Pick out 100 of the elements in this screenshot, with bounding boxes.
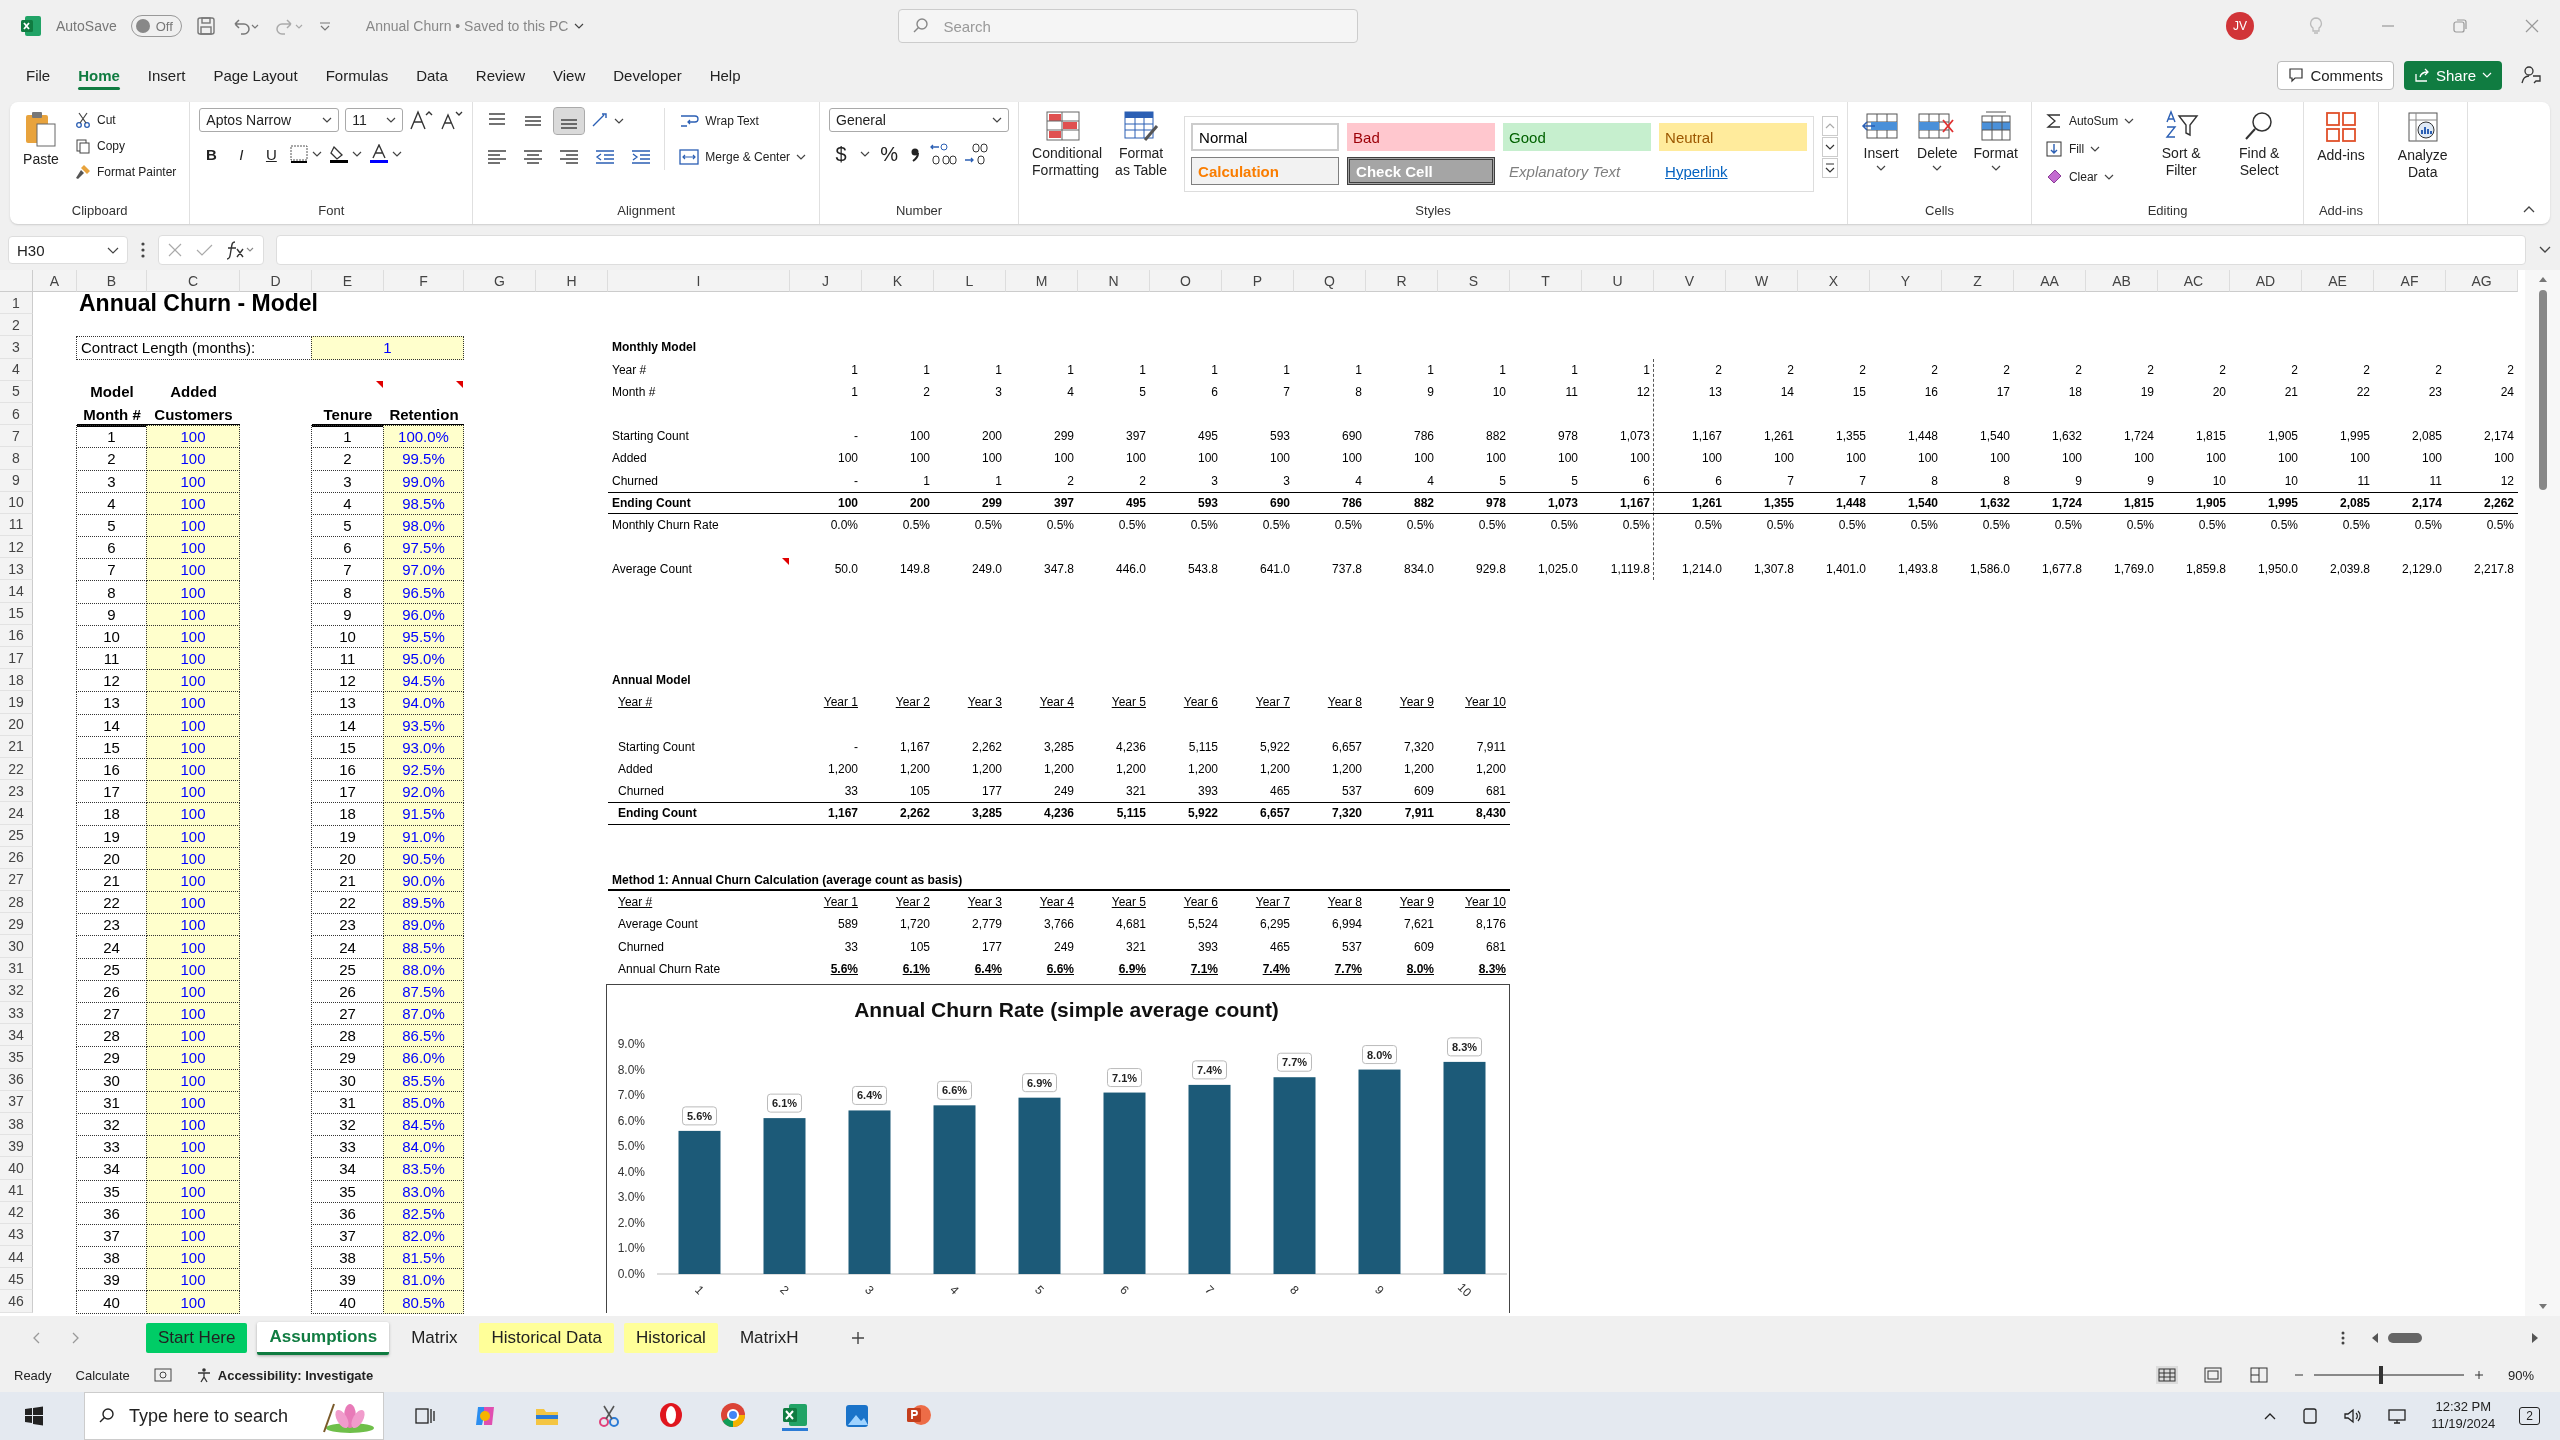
insert-cells-button[interactable]: Insert [1857, 108, 1906, 174]
sheet-tab[interactable]: Historical [624, 1323, 718, 1353]
bar[interactable] [848, 1110, 891, 1274]
input-cell[interactable]: 98.0% [383, 513, 464, 538]
number-format-dropdown[interactable]: General [829, 108, 1010, 132]
column-header[interactable]: AE [2302, 270, 2374, 292]
input-cell[interactable]: 99.5% [383, 447, 464, 471]
cell-style-option[interactable]: Neutral [1659, 123, 1808, 151]
input-cell[interactable]: 100 [146, 735, 240, 759]
row-header[interactable]: 42 [0, 1201, 33, 1224]
column-header[interactable]: L [934, 270, 1006, 292]
row-header[interactable]: 11 [0, 513, 33, 537]
input-cell[interactable]: 90.0% [383, 868, 464, 893]
row-header[interactable]: 22 [0, 757, 33, 781]
input-cell[interactable]: 100 [146, 602, 240, 626]
fill-button[interactable]: Fill [2040, 136, 2139, 162]
grow-font-icon[interactable] [409, 109, 434, 131]
input-cell[interactable]: 93.5% [383, 713, 464, 737]
input-cell[interactable]: 95.5% [383, 624, 464, 648]
menu-tab[interactable]: Home [66, 58, 132, 92]
chevron-up-icon[interactable] [2263, 1411, 2278, 1421]
row-header[interactable]: 45 [0, 1268, 33, 1291]
input-cell[interactable]: 100 [146, 513, 240, 538]
menu-tab[interactable]: Page Layout [201, 58, 310, 92]
page-break-view-icon[interactable] [2247, 1366, 2270, 1384]
input-cell[interactable]: 100 [146, 536, 240, 560]
row-header[interactable]: 27 [0, 868, 33, 892]
photos-app-icon[interactable] [844, 1403, 870, 1429]
cell-style-option[interactable]: Good [1503, 123, 1652, 151]
column-header[interactable]: Q [1294, 270, 1366, 292]
input-cell[interactable]: 100 [146, 425, 240, 449]
macro-record-icon[interactable] [153, 1367, 172, 1383]
font-name-dropdown[interactable]: Aptos Narrow [199, 108, 340, 132]
input-cell[interactable]: 94.5% [383, 669, 464, 693]
column-header[interactable]: K [862, 270, 934, 292]
row-header[interactable]: 35 [0, 1046, 33, 1069]
input-cell[interactable]: 100 [146, 691, 240, 715]
sheet-tab[interactable]: Assumptions [257, 1321, 390, 1355]
taskbar-search-field[interactable]: Type here to search [84, 1392, 384, 1440]
menu-tab[interactable]: Developer [601, 58, 694, 92]
input-cell[interactable]: 99.0% [383, 469, 464, 493]
row-header[interactable]: 5 [0, 380, 33, 403]
input-cell[interactable]: 100 [146, 846, 240, 870]
input-cell[interactable]: 100.0% [383, 425, 464, 449]
row-header[interactable]: 33 [0, 1002, 33, 1025]
row-header[interactable]: 23 [0, 780, 33, 803]
column-header[interactable]: N [1078, 270, 1150, 292]
column-header[interactable]: H [536, 270, 608, 292]
row-header[interactable]: 13 [0, 558, 33, 581]
scroll-right-icon[interactable] [2530, 1332, 2540, 1344]
column-header[interactable]: AC [2158, 270, 2230, 292]
column-header[interactable]: A [33, 270, 77, 292]
scroll-left-icon[interactable] [2370, 1332, 2380, 1344]
input-cell[interactable]: 87.5% [383, 979, 464, 1003]
row-header[interactable]: 15 [0, 602, 33, 625]
input-cell[interactable]: 98.5% [383, 491, 464, 515]
column-header[interactable]: X [1798, 270, 1870, 292]
input-cell[interactable]: 100 [146, 802, 240, 826]
more-options-icon[interactable] [140, 241, 146, 259]
network-icon[interactable] [2387, 1407, 2408, 1425]
column-header[interactable]: AD [2230, 270, 2302, 292]
input-cell[interactable]: 96.5% [383, 580, 464, 604]
input-cell[interactable]: 100 [146, 824, 240, 848]
autosum-button[interactable]: AutoSum [2040, 108, 2139, 134]
input-cell[interactable]: 100 [146, 1024, 240, 1048]
bar[interactable] [933, 1105, 976, 1274]
input-cell[interactable]: 100 [146, 757, 240, 782]
input-cell[interactable]: 100 [146, 669, 240, 693]
windows-start-icon[interactable] [24, 1406, 44, 1426]
percent-button[interactable]: % [877, 142, 902, 166]
currency-button[interactable]: $ [829, 142, 854, 166]
cell-style-option[interactable]: Explanatory Text [1503, 157, 1652, 185]
input-cell[interactable]: 82.5% [383, 1201, 464, 1225]
input-cell[interactable]: 100 [146, 891, 240, 915]
input-cell[interactable]: 100 [146, 868, 240, 893]
row-header[interactable]: 12 [0, 536, 33, 559]
input-cell[interactable]: 97.5% [383, 536, 464, 560]
input-cell[interactable]: 100 [146, 1068, 240, 1092]
bar[interactable] [763, 1117, 806, 1274]
column-header[interactable]: V [1654, 270, 1726, 292]
sheet-tab[interactable]: Start Here [146, 1323, 248, 1353]
input-cell[interactable]: 100 [146, 1268, 240, 1292]
search-field[interactable]: Search [898, 9, 1359, 43]
row-header[interactable]: 14 [0, 580, 33, 603]
clock[interactable]: 12:32 PM 11/19/2024 [2431, 1399, 2496, 1433]
column-header[interactable]: G [464, 270, 536, 292]
task-view-icon[interactable] [414, 1406, 436, 1426]
delete-cells-button[interactable]: Delete [1913, 108, 1962, 174]
input-cell[interactable]: 92.5% [383, 757, 464, 782]
column-header[interactable]: C [147, 270, 240, 292]
row-header[interactable]: 34 [0, 1024, 33, 1047]
column-header[interactable]: T [1510, 270, 1582, 292]
row-header[interactable]: 4 [0, 358, 33, 381]
row-header[interactable]: 29 [0, 913, 33, 936]
row-header[interactable]: 26 [0, 846, 33, 869]
expand-icon[interactable] [2538, 245, 2552, 255]
row-header[interactable]: 16 [0, 624, 33, 647]
column-header[interactable]: U [1582, 270, 1654, 292]
input-cell[interactable]: 100 [146, 558, 240, 582]
person-icon[interactable] [2520, 64, 2542, 86]
